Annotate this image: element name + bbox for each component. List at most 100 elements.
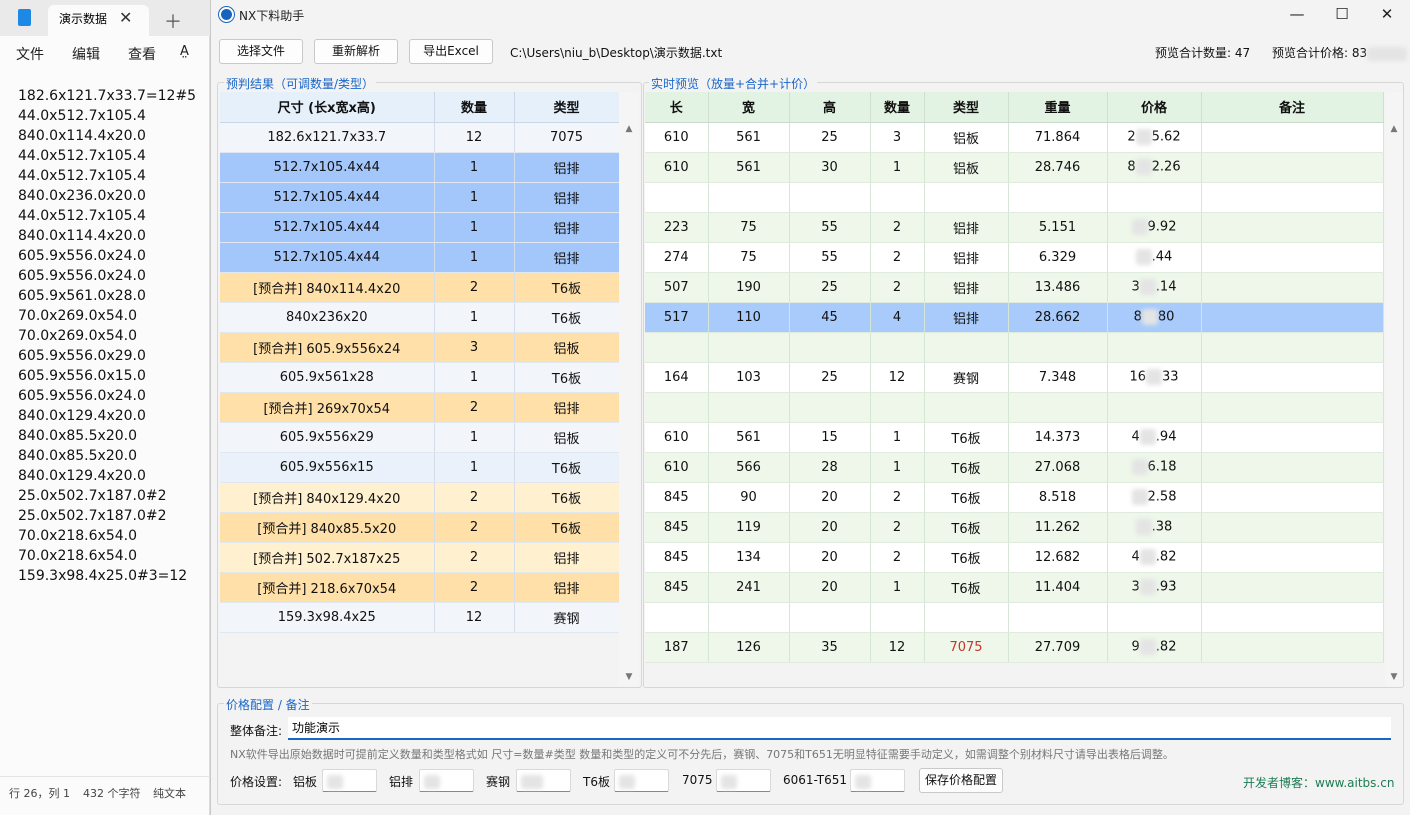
reparse-button[interactable]: 重新解析 bbox=[314, 39, 398, 64]
preview-cell-note[interactable] bbox=[1201, 272, 1384, 303]
scroll-down-icon[interactable]: ▼ bbox=[622, 672, 636, 682]
prejudge-cell-qty[interactable]: 2 bbox=[434, 272, 515, 303]
price-input-7075[interactable] bbox=[716, 769, 771, 792]
prejudge-cell-type[interactable]: 铝排 bbox=[514, 542, 620, 573]
prejudge-row[interactable]: 605.9x556x15 1 T6板 bbox=[220, 452, 620, 483]
preview-scrollbar[interactable]: ▲ ▼ bbox=[1385, 92, 1403, 686]
price-input-6061-t651[interactable] bbox=[850, 769, 905, 792]
notepad-text-area[interactable]: 182.6x121.7x33.7=12#5 44.0x512.7x105.4 840… bbox=[18, 86, 196, 586]
prejudge-cell-type[interactable]: T6板 bbox=[514, 302, 620, 333]
prejudge-cell-type[interactable]: T6板 bbox=[514, 362, 620, 393]
prejudge-cell-type[interactable]: 铝排 bbox=[514, 242, 620, 273]
preview-row[interactable] bbox=[645, 182, 1384, 213]
col-width[interactable]: 宽 bbox=[708, 92, 790, 123]
prejudge-cell-qty[interactable]: 1 bbox=[434, 362, 515, 393]
preview-cell-note[interactable] bbox=[1201, 452, 1384, 483]
col-material[interactable]: 类型 bbox=[924, 92, 1009, 123]
prejudge-cell-qty[interactable]: 1 bbox=[434, 182, 515, 213]
font-icon[interactable]: A̤ bbox=[180, 44, 189, 59]
save-price-config-button[interactable]: 保存价格配置 bbox=[919, 768, 1003, 793]
preview-cell-note[interactable] bbox=[1201, 302, 1384, 333]
prejudge-row[interactable]: [预合并] 840x129.4x20 2 T6板 bbox=[220, 482, 620, 513]
col-price[interactable]: 价格 bbox=[1107, 92, 1202, 123]
prejudge-cell-qty[interactable]: 12 bbox=[434, 602, 515, 633]
prejudge-row[interactable]: 512.7x105.4x44 1 铝排 bbox=[220, 182, 620, 213]
prejudge-row[interactable]: 605.9x561x28 1 T6板 bbox=[220, 362, 620, 393]
col-note[interactable]: 备注 bbox=[1201, 92, 1384, 123]
prejudge-row[interactable]: [预合并] 605.9x556x24 3 铝板 bbox=[220, 332, 620, 363]
price-input-aluminum-bar[interactable] bbox=[419, 769, 474, 792]
preview-cell-note[interactable] bbox=[1201, 212, 1384, 243]
preview-cell-note[interactable] bbox=[1201, 602, 1384, 633]
export-excel-button[interactable]: 导出Excel bbox=[409, 39, 493, 64]
preview-row[interactable] bbox=[645, 602, 1384, 633]
col-height[interactable]: 高 bbox=[789, 92, 871, 123]
price-input-pom[interactable] bbox=[516, 769, 571, 792]
prejudge-cell-type[interactable]: 铝排 bbox=[514, 152, 620, 183]
prejudge-cell-type[interactable]: 铝排 bbox=[514, 392, 620, 423]
prejudge-cell-type[interactable]: T6板 bbox=[514, 482, 620, 513]
preview-cell-note[interactable] bbox=[1201, 482, 1384, 513]
scroll-down-icon[interactable]: ▼ bbox=[1387, 672, 1401, 682]
preview-row[interactable]: 274 75 55 2 铝排 6.329 .44 bbox=[645, 242, 1384, 273]
prejudge-scrollbar[interactable]: ▲ ▼ bbox=[619, 92, 639, 686]
prejudge-cell-qty[interactable]: 1 bbox=[434, 152, 515, 183]
prejudge-cell-type[interactable]: 赛钢 bbox=[514, 602, 620, 633]
prejudge-row[interactable]: 840x236x20 1 T6板 bbox=[220, 302, 620, 333]
preview-cell-note[interactable] bbox=[1201, 152, 1384, 183]
preview-cell-note[interactable] bbox=[1201, 392, 1384, 423]
prejudge-cell-qty[interactable]: 1 bbox=[434, 452, 515, 483]
preview-row[interactable]: 610 561 30 1 铝板 28.746 8 2.26 bbox=[645, 152, 1384, 183]
prejudge-cell-type[interactable]: 铝排 bbox=[514, 572, 620, 603]
prejudge-cell-qty[interactable]: 1 bbox=[434, 212, 515, 243]
prejudge-row[interactable]: [预合并] 840x85.5x20 2 T6板 bbox=[220, 512, 620, 543]
prejudge-row[interactable]: 182.6x121.7x33.7 12 7075 bbox=[220, 122, 620, 153]
prejudge-cell-qty[interactable]: 1 bbox=[434, 302, 515, 333]
preview-row[interactable]: 610 566 28 1 T6板 27.068 6.18 bbox=[645, 452, 1384, 483]
menu-view[interactable]: 查看 bbox=[128, 44, 156, 64]
preview-row[interactable]: 610 561 15 1 T6板 14.373 4.94 bbox=[645, 422, 1384, 453]
preview-row[interactable]: 187 126 35 12 7075 27.709 9.82 bbox=[645, 632, 1384, 663]
prejudge-row[interactable]: 159.3x98.4x25 12 赛钢 bbox=[220, 602, 620, 633]
prejudge-cell-type[interactable]: T6板 bbox=[514, 272, 620, 303]
preview-row[interactable]: 507 190 25 2 铝排 13.486 3.14 bbox=[645, 272, 1384, 303]
preview-row[interactable] bbox=[645, 332, 1384, 363]
preview-row[interactable]: 517 110 45 4 铝排 28.662 8 80 bbox=[645, 302, 1384, 333]
prejudge-cell-qty[interactable]: 2 bbox=[434, 512, 515, 543]
preview-row[interactable]: 845 90 20 2 T6板 8.518 2.58 bbox=[645, 482, 1384, 513]
prejudge-cell-qty[interactable]: 2 bbox=[434, 482, 515, 513]
preview-row[interactable]: 223 75 55 2 铝排 5.151 9.92 bbox=[645, 212, 1384, 243]
col-quantity[interactable]: 数量 bbox=[870, 92, 925, 123]
preview-cell-note[interactable] bbox=[1201, 422, 1384, 453]
prejudge-row[interactable]: 605.9x556x29 1 铝板 bbox=[220, 422, 620, 453]
col-weight[interactable]: 重量 bbox=[1008, 92, 1108, 123]
preview-cell-note[interactable] bbox=[1201, 182, 1384, 213]
preview-cell-note[interactable] bbox=[1201, 632, 1384, 663]
prejudge-cell-qty[interactable]: 2 bbox=[434, 572, 515, 603]
prejudge-cell-qty[interactable]: 2 bbox=[434, 542, 515, 573]
col-size[interactable]: 尺寸 (长x宽x高) bbox=[220, 92, 435, 123]
select-file-button[interactable]: 选择文件 bbox=[219, 39, 303, 64]
col-length[interactable]: 长 bbox=[645, 92, 709, 123]
preview-row[interactable]: 845 134 20 2 T6板 12.682 4.82 bbox=[645, 542, 1384, 573]
prejudge-cell-qty[interactable]: 12 bbox=[434, 122, 515, 153]
preview-row[interactable] bbox=[645, 392, 1384, 423]
preview-cell-note[interactable] bbox=[1201, 572, 1384, 603]
prejudge-cell-type[interactable]: 铝板 bbox=[514, 422, 620, 453]
prejudge-cell-type[interactable]: 7075 bbox=[514, 122, 620, 153]
col-type[interactable]: 类型 bbox=[514, 92, 620, 123]
prejudge-cell-type[interactable]: 铝排 bbox=[514, 182, 620, 213]
maximize-icon[interactable]: ☐ bbox=[1327, 4, 1357, 26]
preview-row[interactable]: 610 561 25 3 铝板 71.864 2 5.62 bbox=[645, 122, 1384, 153]
preview-cell-note[interactable] bbox=[1201, 242, 1384, 273]
prejudge-cell-qty[interactable]: 1 bbox=[434, 422, 515, 453]
menu-file[interactable]: 文件 bbox=[16, 44, 44, 64]
prejudge-row[interactable]: 512.7x105.4x44 1 铝排 bbox=[220, 152, 620, 183]
prejudge-row[interactable]: 512.7x105.4x44 1 铝排 bbox=[220, 242, 620, 273]
preview-row[interactable]: 845 119 20 2 T6板 11.262 .38 bbox=[645, 512, 1384, 543]
prejudge-cell-type[interactable]: 铝板 bbox=[514, 332, 620, 363]
new-tab-icon[interactable]: ＋ bbox=[164, 8, 182, 34]
preview-row[interactable]: 845 241 20 1 T6板 11.404 3.93 bbox=[645, 572, 1384, 603]
close-tab-icon[interactable]: ✕ bbox=[119, 8, 132, 27]
prejudge-cell-qty[interactable]: 3 bbox=[434, 332, 515, 363]
